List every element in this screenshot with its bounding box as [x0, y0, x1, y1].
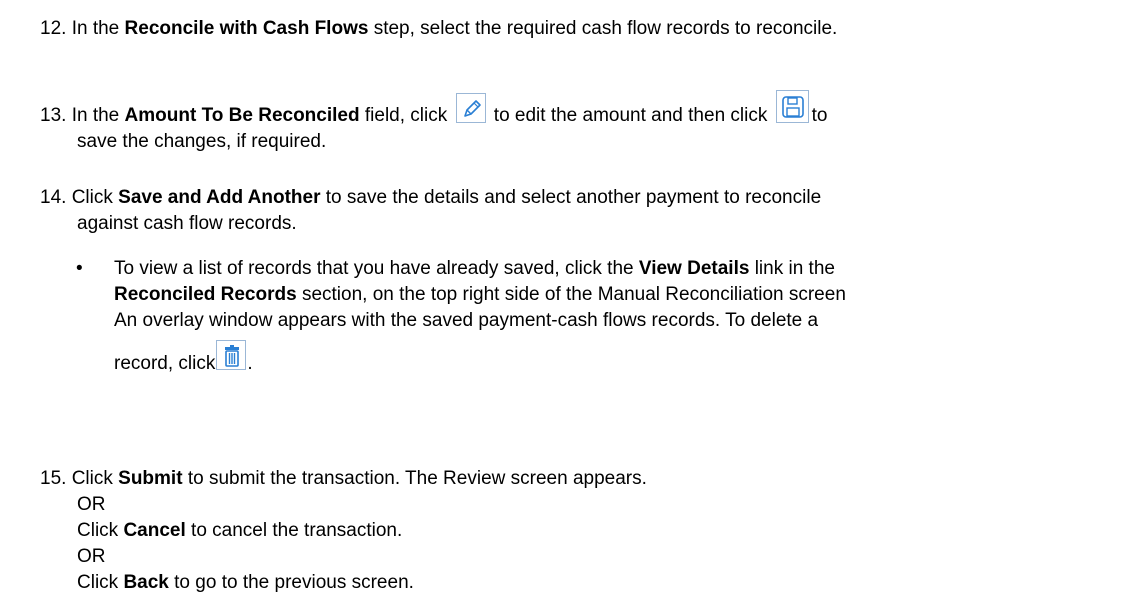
step-text-pre: Click [71, 187, 119, 208]
bullet-dot: • [76, 258, 83, 279]
step-text-pre: Click [71, 468, 119, 489]
save-disk-icon [775, 90, 809, 123]
or-separator: OR [77, 546, 106, 567]
pencil-edit-icon [455, 93, 486, 123]
step-number: 12. [40, 18, 67, 39]
step-bold-label: Amount To Be Reconciled [124, 105, 360, 126]
step-text-post: to cancel the transaction. [185, 520, 403, 541]
step-13: 13. In the Amount To Be Reconciled field… [40, 90, 1130, 155]
step-bold-label: Cancel [123, 520, 186, 541]
step-text-post: to save the details and select another p… [320, 187, 822, 208]
or-separator: OR [77, 494, 106, 515]
step-text-pre: In the [71, 105, 125, 126]
step-15: 15. Click Submit to submit the transacti… [40, 466, 1130, 596]
step-continuation: save the changes, if required. [77, 131, 327, 152]
step-text-post: step, select the required cash flow reco… [368, 18, 838, 39]
bullet-text-post: . [247, 353, 253, 374]
bullet-text-pre: record, click [114, 353, 216, 374]
step-12: 12. In the Reconcile with Cash Flows ste… [40, 16, 1130, 42]
bullet-bold-label: Reconciled Records [114, 284, 297, 305]
step-text-pre: Click [77, 572, 124, 593]
step-continuation: Click Cancel to cancel the transaction. [40, 518, 1130, 544]
step-bold-label: Save and Add Another [118, 187, 321, 208]
step-bold-label: Back [123, 572, 169, 593]
step-text-post: to submit the transaction. The Review sc… [182, 468, 647, 489]
step-14: 14. Click Save and Add Another to save t… [40, 185, 1130, 237]
step-number: 14. [40, 187, 67, 208]
step-text-mid: field, click [359, 105, 453, 126]
step-text-pre: In the [71, 18, 125, 39]
bullet-item: • To view a list of records that you hav… [76, 256, 1126, 377]
trash-delete-icon [216, 340, 247, 370]
step-text-mid: to edit the amount and then click [488, 105, 773, 126]
bullet-line: An overlay window appears with the saved… [114, 310, 819, 331]
step-bold-label: Reconcile with Cash Flows [124, 18, 369, 39]
step-number: 15. [40, 468, 67, 489]
step-continuation: Click Back to go to the previous screen. [40, 570, 1130, 596]
bullet-text-post: section, on the top right side of the Ma… [296, 284, 846, 305]
bullet-bold-label: View Details [638, 258, 750, 279]
step-text-pre: Click [77, 520, 124, 541]
step-bold-label: Submit [118, 468, 183, 489]
bullet-text-mid: link in the [749, 258, 835, 279]
bullet-text-pre: To view a list of records that you have … [114, 258, 639, 279]
step-continuation: against cash flow records. [77, 213, 297, 234]
step-number: 13. [40, 105, 67, 126]
step-text-end: to [811, 105, 828, 126]
step-text-post: to go to the previous screen. [168, 572, 414, 593]
